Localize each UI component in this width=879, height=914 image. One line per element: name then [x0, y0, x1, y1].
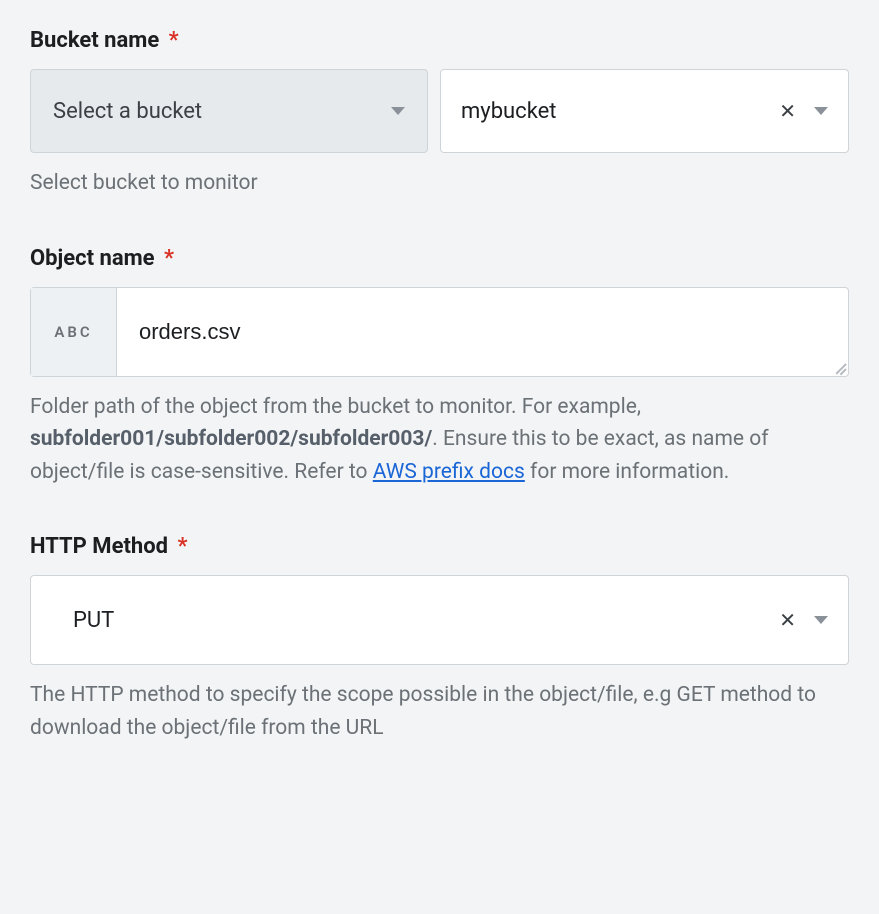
bucket-selected-combo[interactable]: mybucket ✕	[440, 69, 849, 153]
bucket-select-placeholder: Select a bucket	[53, 99, 202, 124]
required-asterisk: *	[177, 534, 187, 559]
object-hint-example: subfolder001/subfolder002/subfolder003/	[30, 427, 432, 451]
caret-down-icon	[814, 107, 828, 115]
object-name-label-text: Object name	[30, 246, 155, 271]
object-hint-pre: Folder path of the object from the bucke…	[30, 395, 641, 419]
http-method-value: PUT	[73, 608, 114, 633]
required-asterisk: *	[164, 246, 174, 271]
object-name-input-wrap: ABC	[30, 287, 849, 377]
bucket-selected-value: mybucket	[461, 99, 557, 124]
http-method-label: HTTP Method *	[30, 534, 849, 559]
bucket-name-group: Bucket name * Select a bucket mybucket ✕…	[30, 28, 849, 200]
clear-icon[interactable]: ✕	[779, 610, 796, 630]
object-name-label: Object name *	[30, 246, 849, 271]
object-hint: Folder path of the object from the bucke…	[30, 391, 849, 489]
clear-icon[interactable]: ✕	[779, 101, 796, 121]
object-name-group: Object name * ABC Folder path of the obj…	[30, 246, 849, 489]
aws-prefix-docs-link[interactable]: AWS prefix docs	[373, 460, 525, 484]
http-method-hint: The HTTP method to specify the scope pos…	[30, 679, 849, 744]
text-type-badge: ABC	[31, 288, 117, 376]
required-asterisk: *	[169, 28, 179, 53]
http-method-group: HTTP Method * PUT ✕ The HTTP method to s…	[30, 534, 849, 744]
bucket-name-label: Bucket name *	[30, 28, 849, 53]
bucket-hint: Select bucket to monitor	[30, 167, 849, 200]
caret-down-icon	[391, 107, 405, 115]
caret-down-icon	[814, 616, 828, 624]
object-hint-post: for more information.	[525, 460, 730, 484]
http-method-label-text: HTTP Method	[30, 534, 168, 559]
bucket-name-label-text: Bucket name	[30, 28, 159, 53]
object-name-input[interactable]	[117, 288, 848, 376]
bucket-select[interactable]: Select a bucket	[30, 69, 428, 153]
http-method-select[interactable]: PUT ✕	[30, 575, 849, 665]
